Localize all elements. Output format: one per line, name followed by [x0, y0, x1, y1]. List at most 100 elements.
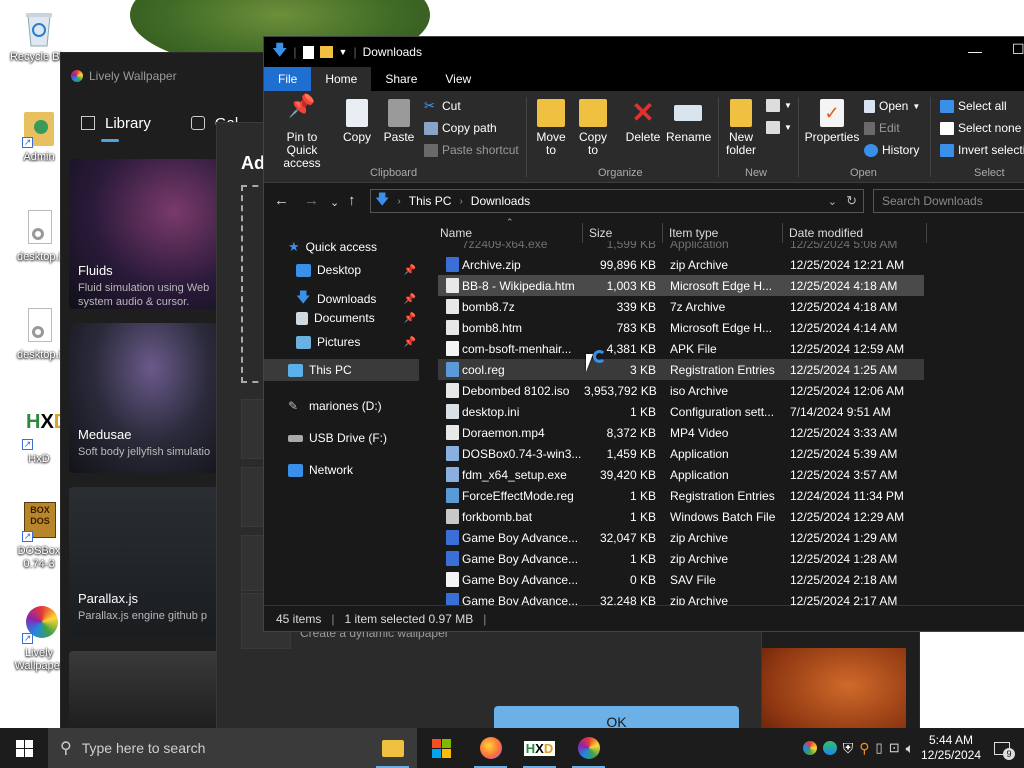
search-input[interactable]: Search Downloads: [873, 189, 1024, 213]
move-to-icon: [537, 99, 565, 127]
wallpaper-card-parallax[interactable]: Parallax.js Parallax.js engine github p: [69, 487, 219, 637]
network-tray-icon[interactable]: ⊡: [889, 740, 900, 756]
table-row[interactable]: Game Boy Advance... 0 KB SAV File 12/25/202…: [438, 569, 924, 590]
back-arrow-icon[interactable]: ←: [274, 192, 289, 209]
rename-button[interactable]: Rename: [666, 99, 711, 144]
new-folder-button[interactable]: New folder: [722, 99, 760, 157]
table-row[interactable]: Game Boy Advance... 1 KB zip Archive 12/25/…: [438, 548, 924, 569]
table-row[interactable]: com-bsoft-menhair... 4,381 KB APK File 12/2…: [438, 338, 924, 359]
folder-qa-icon[interactable]: [319, 46, 333, 58]
taskbar-firefox[interactable]: [466, 728, 515, 768]
recent-locations-chevron-icon[interactable]: ⌄: [330, 196, 339, 209]
table-row[interactable]: fdm_x64_setup.exe 39,420 KB Application 12/…: [438, 464, 924, 485]
pin-icon[interactable]: 📌: [404, 265, 416, 276]
cell-date: 12/25/2024 3:33 AM: [790, 426, 898, 440]
clock[interactable]: 5:44 AM 12/25/2024: [920, 733, 982, 763]
table-row[interactable]: Debombed 8102.iso 3,953,792 KB iso Archive…: [438, 380, 924, 401]
volume-tray-icon[interactable]: 🔈︎: [906, 740, 914, 757]
security-tray-icon[interactable]: ⛨: [843, 740, 854, 757]
nav-item-documents[interactable]: Documents 📌: [296, 311, 420, 325]
cut-button[interactable]: ✂ Cut: [424, 99, 461, 114]
easy-access-button[interactable]: ▼: [766, 121, 792, 134]
tab-view[interactable]: View: [431, 67, 485, 91]
edit-button[interactable]: Edit: [864, 121, 900, 135]
table-row[interactable]: BB-8 - Wikipedia.htm 1,003 KB Microsoft Ed…: [438, 275, 924, 296]
minimize-icon[interactable]: —: [968, 43, 982, 59]
properties-qa-icon[interactable]: [302, 45, 314, 59]
qa-dropdown-icon[interactable]: ▼: [339, 47, 348, 57]
nav-item-usb-drive[interactable]: USB Drive (F:): [288, 431, 387, 445]
up-arrow-icon[interactable]: ↑: [348, 192, 356, 209]
table-row-partial[interactable]: 7z2409-x64.exe 1,599 KB Application 12/2…: [438, 241, 924, 254]
table-row[interactable]: bomb8.htm 783 KB Microsoft Edge H... 12/25/…: [438, 317, 924, 338]
pin-icon[interactable]: 📌: [404, 337, 416, 348]
notifications-button[interactable]: 9: [988, 734, 1016, 762]
table-row[interactable]: Archive.zip 99,896 KB zip Archive 12/25/202…: [438, 254, 924, 275]
batch-icon: [446, 509, 459, 524]
taskbar-store[interactable]: [417, 728, 466, 768]
nav-item-downloads[interactable]: 🡇 Downloads 📌: [296, 287, 420, 311]
start-button[interactable]: [0, 728, 48, 768]
delete-button[interactable]: ✕ Delete: [624, 99, 662, 144]
pin-quick-access-button[interactable]: 📌 Pin to Quick access: [270, 95, 334, 170]
color-app-tray-icon[interactable]: [802, 741, 817, 755]
search-tray-icon[interactable]: ⚲: [859, 740, 869, 757]
column-headers: Name ⌃ Size Item type Date modified: [438, 217, 1024, 243]
maximize-icon[interactable]: ☐: [1012, 41, 1024, 58]
nav-item-network[interactable]: Network: [288, 463, 353, 477]
nav-item-pictures[interactable]: Pictures 📌: [296, 335, 420, 349]
forward-arrow-icon[interactable]: →: [304, 192, 319, 209]
refresh-icon[interactable]: ↻: [846, 193, 857, 209]
pin-icon[interactable]: 📌: [404, 294, 416, 305]
wallpaper-card-fluids[interactable]: Fluids Fluid simulation using Web system…: [69, 159, 219, 309]
paste-shortcut-button[interactable]: Paste shortcut: [424, 143, 519, 157]
nav-library[interactable]: Library: [81, 115, 151, 132]
open-button[interactable]: Open ▼: [864, 99, 920, 113]
table-row[interactable]: forkbomb.bat 1 KB Windows Batch File 12/25/…: [438, 506, 924, 527]
history-button[interactable]: History: [864, 143, 919, 157]
table-row[interactable]: Doraemon.mp4 8,372 KB MP4 Video 12/25/2024 …: [438, 422, 924, 443]
table-row[interactable]: DOSBox0.74-3-win3... 1,459 KB Application 1…: [438, 443, 924, 464]
copy-button[interactable]: Copy: [340, 99, 374, 144]
copy-to-button[interactable]: Copy to: [576, 99, 610, 157]
table-row[interactable]: cool.reg 3 KB Registration Entries 12/25/20…: [438, 359, 924, 380]
taskbar-search[interactable]: ⚲ Type here to search: [48, 728, 368, 768]
wallpaper-card-medusae[interactable]: Medusae Soft body jellyfish simulatio: [69, 323, 219, 473]
properties-button[interactable]: ✓ Properties: [804, 99, 860, 144]
tab-share[interactable]: Share: [371, 67, 431, 91]
select-none-button[interactable]: Select none: [940, 121, 1021, 135]
breadcrumb-this-pc[interactable]: This PC: [409, 194, 452, 208]
iso-icon: [446, 383, 459, 398]
column-date[interactable]: Date modified: [789, 226, 863, 240]
tab-file[interactable]: File: [264, 67, 312, 91]
nav-item-quick-access[interactable]: ★ Quick access: [288, 239, 377, 255]
address-bar[interactable]: 🡇 › This PC › Downloads ⌄ ↻: [370, 189, 864, 213]
column-size[interactable]: Size: [589, 226, 612, 240]
pin-icon[interactable]: 📌: [404, 313, 416, 324]
table-row[interactable]: Game Boy Advance... 32,047 KB zip Archive 1…: [438, 527, 924, 548]
paste-button[interactable]: Paste: [382, 99, 416, 144]
taskbar-hxd[interactable]: HXD: [515, 728, 564, 768]
tab-home[interactable]: Home: [311, 67, 372, 91]
address-dropdown-icon[interactable]: ⌄: [828, 195, 837, 208]
nav-item-this-pc[interactable]: This PC: [264, 359, 419, 381]
usb-tray-icon[interactable]: ▯: [876, 740, 883, 756]
edge-tray-icon[interactable]: [822, 741, 837, 755]
taskbar-lively[interactable]: [564, 728, 613, 768]
column-type[interactable]: Item type: [669, 226, 718, 240]
new-item-button[interactable]: ▼: [766, 99, 792, 112]
select-all-button[interactable]: Select all: [940, 99, 1007, 113]
move-to-button[interactable]: Move to: [534, 99, 568, 157]
breadcrumb-downloads[interactable]: Downloads: [471, 194, 530, 208]
copy-path-button[interactable]: Copy path: [424, 121, 497, 135]
explorer-titlebar[interactable]: 🡇 | ▼ | Downloads — ☐: [264, 37, 1024, 67]
nav-item-desktop[interactable]: Desktop 📌: [296, 263, 420, 277]
table-row[interactable]: desktop.ini 1 KB Configuration sett... 7/14…: [438, 401, 924, 422]
nav-item-mariones-d[interactable]: ✎ mariones (D:): [288, 399, 382, 413]
column-name[interactable]: Name: [440, 226, 472, 240]
invert-selection-button[interactable]: Invert selecti: [940, 143, 1024, 157]
taskbar-file-explorer[interactable]: [368, 728, 417, 768]
table-row[interactable]: ForceEffectMode.reg 1 KB Registration Entr…: [438, 485, 924, 506]
cell-size: 1,459 KB: [606, 447, 656, 461]
table-row[interactable]: bomb8.7z 339 KB 7z Archive 12/25/2024 4:18 …: [438, 296, 924, 317]
